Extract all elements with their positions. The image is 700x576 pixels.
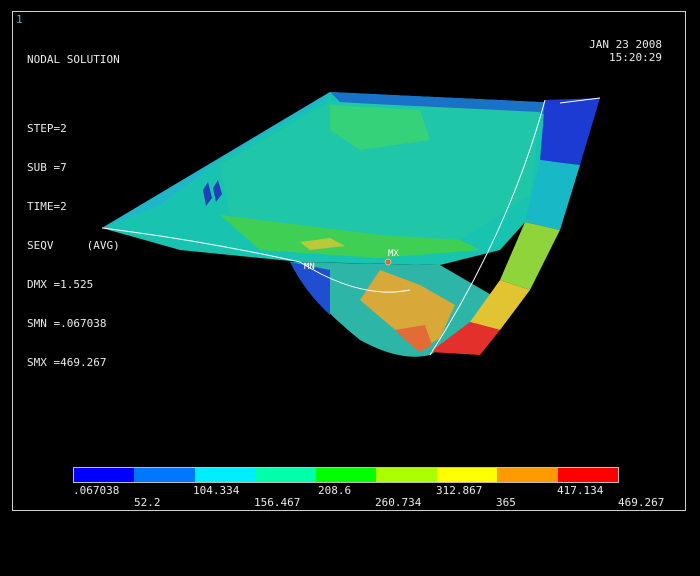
legend-label-9: 469.267 — [618, 496, 665, 509]
max-location-marker — [384, 258, 392, 266]
contour-legend-bar — [73, 467, 619, 483]
legend-label-8: 417.134 — [557, 484, 604, 497]
legend-label-4: 208.6 — [318, 484, 352, 497]
max-marker-label: MX — [388, 249, 399, 259]
legend-swatch-0 — [74, 468, 135, 482]
right-flange-blue — [540, 98, 600, 165]
legend-swatch-4 — [315, 468, 377, 482]
legend-swatch-6 — [436, 468, 498, 482]
legend-swatch-1 — [134, 468, 195, 482]
legend-label-7: 365 — [496, 496, 516, 509]
legend-swatch-8 — [557, 468, 618, 482]
legend-label-5: 260.734 — [375, 496, 422, 509]
legend-swatch-3 — [255, 468, 316, 482]
legend-swatch-5 — [376, 468, 437, 482]
legend-label-2: 104.334 — [193, 484, 240, 497]
legend-label-3: 156.467 — [254, 496, 301, 509]
legend-swatch-7 — [497, 468, 558, 482]
legend-label-1: 52.2 — [134, 496, 161, 509]
legend-label-6: 312.867 — [436, 484, 483, 497]
legend-swatch-2 — [194, 468, 256, 482]
min-marker-label: MN — [304, 262, 315, 272]
legend-label-0: .067038 — [73, 484, 120, 497]
